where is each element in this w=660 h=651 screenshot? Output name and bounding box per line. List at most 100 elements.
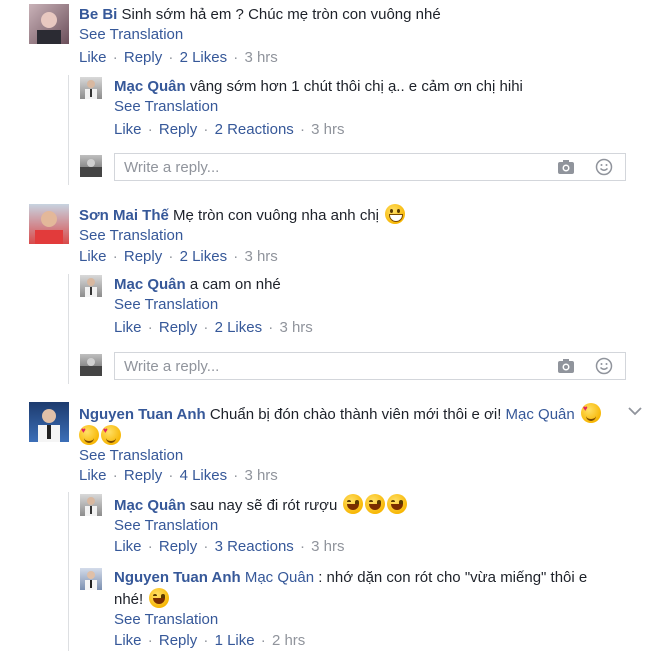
separator: ·	[268, 319, 274, 336]
reply-link[interactable]: Reply	[159, 538, 197, 555]
reply-link[interactable]: Reply	[124, 467, 162, 484]
smiley-icon[interactable]	[595, 357, 613, 375]
reply-input-box	[114, 352, 626, 380]
see-translation-link[interactable]: See Translation	[114, 516, 624, 536]
see-translation-link[interactable]: See Translation	[79, 25, 619, 45]
laughing-emoji	[387, 494, 408, 514]
comment: Sơn Mai Thế Mẹ tròn con vuông nha anh ch…	[79, 204, 619, 246]
see-translation-link[interactable]: See Translation	[79, 446, 619, 466]
comment-author[interactable]: Nguyen Tuan Anh	[79, 406, 206, 423]
reactions-count[interactable]: 2 Likes	[180, 49, 228, 66]
reply-comment: Mạc Quân sau nay sẽ đi rót rượu See Tran…	[114, 494, 624, 536]
avatar[interactable]	[80, 494, 102, 516]
timestamp[interactable]: 3 hrs	[279, 319, 312, 336]
camera-icon[interactable]	[557, 158, 575, 176]
reply-thread-line	[68, 75, 69, 185]
comment-author[interactable]: Mạc Quân	[114, 78, 186, 95]
reply-link[interactable]: Reply	[124, 248, 162, 265]
separator: ·	[112, 49, 118, 66]
separator: ·	[233, 248, 239, 265]
laughing-emoji	[149, 588, 170, 608]
separator: ·	[112, 248, 118, 265]
see-translation-link[interactable]: See Translation	[114, 295, 624, 315]
avatar[interactable]	[29, 4, 69, 44]
separator: ·	[147, 121, 153, 138]
comment-actions: Like · Reply · 2 Likes · 3 hrs	[114, 318, 313, 338]
comment-author[interactable]: Mạc Quân	[114, 497, 186, 514]
like-link[interactable]: Like	[79, 248, 107, 265]
laughing-emoji	[365, 494, 386, 514]
reactions-count[interactable]: 3 Reactions	[215, 538, 294, 555]
smiley-icon[interactable]	[595, 158, 613, 176]
comment-author[interactable]: Sơn Mai Thế	[79, 207, 169, 224]
avatar-photo	[85, 278, 97, 297]
timestamp[interactable]: 3 hrs	[244, 49, 277, 66]
comment-author[interactable]: Be Bi	[79, 6, 117, 23]
heart-eyes-emoji	[580, 403, 601, 423]
timestamp[interactable]: 3 hrs	[244, 467, 277, 484]
reply-input-box	[114, 153, 626, 181]
avatar[interactable]	[29, 204, 69, 244]
separator: ·	[233, 467, 239, 484]
timestamp[interactable]: 3 hrs	[311, 538, 344, 555]
avatar-photo	[85, 497, 97, 516]
current-user-avatar[interactable]	[80, 354, 102, 376]
see-translation-link[interactable]: See Translation	[114, 97, 624, 117]
like-link[interactable]: Like	[79, 49, 107, 66]
see-translation-link[interactable]: See Translation	[79, 226, 619, 246]
like-link[interactable]: Like	[114, 632, 142, 649]
comment: Be Bi Sinh sớm hả em ? Chúc mẹ tròn con …	[79, 5, 619, 45]
comment-author[interactable]: Nguyen Tuan Anh	[114, 569, 241, 586]
reactions-count[interactable]: 1 Like	[215, 632, 255, 649]
see-translation-link[interactable]: See Translation	[114, 610, 624, 630]
avatar-photo	[80, 358, 102, 376]
like-link[interactable]: Like	[79, 467, 107, 484]
avatar-photo	[35, 211, 63, 244]
comment-text: Mẹ tròn con vuông nha anh chị	[173, 207, 379, 224]
mention-link[interactable]: Mạc Quân	[506, 406, 575, 423]
grinning-emoji	[385, 204, 406, 224]
separator: ·	[203, 632, 209, 649]
comment-text: Chuẩn bị đón chào thành viên mới thôi e …	[209, 406, 502, 423]
like-link[interactable]: Like	[114, 121, 142, 138]
reply-comment: Nguyen Tuan Anh Mạc Quân : nhớ dặn con r…	[114, 568, 624, 630]
timestamp[interactable]: 2 hrs	[272, 632, 305, 649]
comment-text-line2: nhé!	[114, 591, 144, 608]
avatar[interactable]	[80, 77, 102, 99]
comment-actions: Like · Reply · 2 Likes · 3 hrs	[79, 48, 278, 68]
reply-comment: Mạc Quân vâng sớm hơn 1 chút thôi chị ạ.…	[114, 77, 624, 117]
reply-link[interactable]: Reply	[159, 319, 197, 336]
like-link[interactable]: Like	[114, 538, 142, 555]
reply-input[interactable]	[122, 357, 506, 376]
comment-actions: Like · Reply · 1 Like · 2 hrs	[114, 631, 305, 651]
heart-eyes-emoji	[101, 425, 121, 445]
timestamp[interactable]: 3 hrs	[244, 248, 277, 265]
reactions-count[interactable]: 2 Reactions	[215, 121, 294, 138]
camera-icon[interactable]	[557, 357, 575, 375]
current-user-avatar[interactable]	[80, 155, 102, 177]
reactions-count[interactable]: 2 Likes	[180, 248, 228, 265]
separator: ·	[203, 538, 209, 555]
comment-text: vâng sớm hơn 1 chút thôi chị ạ.. e cảm ơ…	[189, 78, 523, 95]
separator: ·	[168, 248, 174, 265]
reply-input[interactable]	[122, 158, 506, 177]
separator: ·	[168, 467, 174, 484]
reactions-count[interactable]: 2 Likes	[215, 319, 263, 336]
avatar-photo	[85, 571, 97, 590]
reactions-count[interactable]: 4 Likes	[180, 467, 228, 484]
reply-link[interactable]: Reply	[124, 49, 162, 66]
avatar-photo	[85, 80, 97, 99]
like-link[interactable]: Like	[114, 319, 142, 336]
mention-link[interactable]: Mạc Quân	[245, 569, 314, 586]
avatar[interactable]	[80, 568, 102, 590]
timestamp[interactable]: 3 hrs	[311, 121, 344, 138]
chevron-down-icon[interactable]	[627, 404, 643, 418]
reply-link[interactable]: Reply	[159, 632, 197, 649]
avatar[interactable]	[80, 275, 102, 297]
separator: ·	[147, 538, 153, 555]
avatar[interactable]	[29, 402, 69, 442]
comment: Nguyen Tuan Anh Chuẩn bị đón chào thành …	[79, 403, 619, 466]
reply-link[interactable]: Reply	[159, 121, 197, 138]
comment-author[interactable]: Mạc Quân	[114, 276, 186, 293]
comment-actions: Like · Reply · 2 Reactions · 3 hrs	[114, 120, 345, 140]
